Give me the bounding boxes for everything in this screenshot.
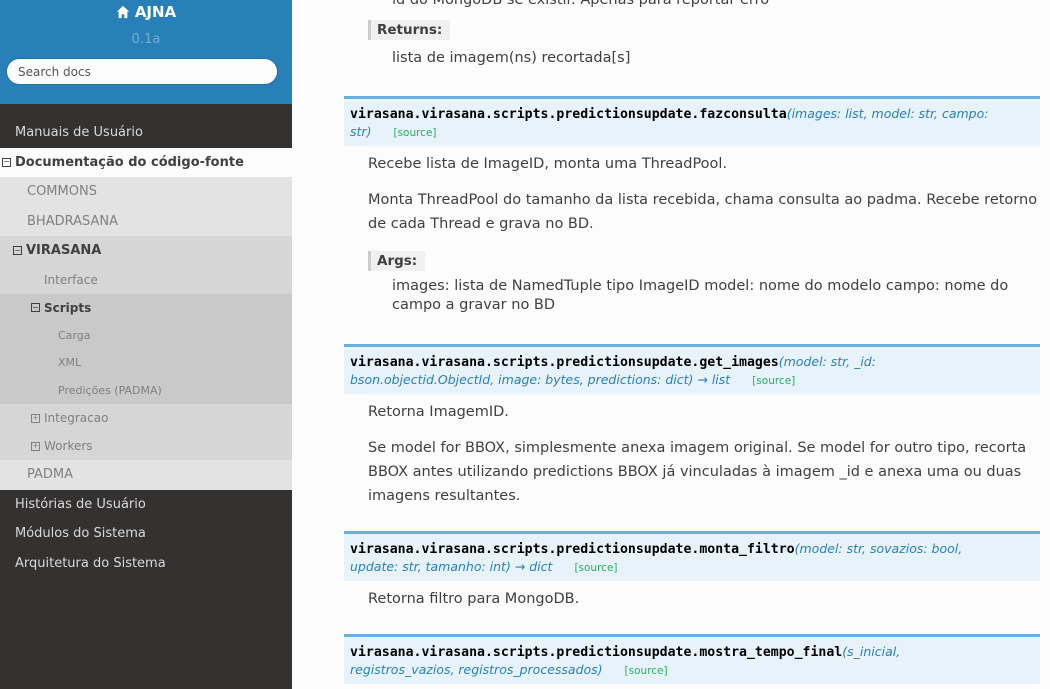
sidebar-header: AJNA 0.1a (0, 0, 292, 104)
nav-item-integracao[interactable]: + Integracao (0, 404, 292, 432)
function-signature: virasana.virasana.scripts.predictionsupd… (344, 634, 1040, 684)
source-link[interactable]: [source] (625, 665, 668, 677)
nav-item-virasana[interactable]: − VIRASANA (0, 236, 292, 266)
function-get-images: virasana.virasana.scripts.predictionsupd… (344, 344, 1040, 508)
function-params: images: list, model: str, campo: (791, 106, 989, 121)
nav-item-xml[interactable]: XML (0, 349, 292, 377)
expand-icon[interactable]: + (31, 413, 40, 423)
function-name: virasana.virasana.scripts.predictionsupd… (350, 645, 843, 660)
nav-item-historias[interactable]: Histórias de Usuário (0, 490, 292, 520)
returns-text: lista de imagem(ns) recortada[s] (392, 50, 631, 66)
brand-link[interactable]: AJNA (116, 3, 176, 21)
source-link[interactable]: [source] (393, 127, 436, 139)
function-description: Retorna filtro para MongoDB. (368, 591, 580, 607)
nav-item-label: VIRASANA (26, 243, 102, 259)
nav-item-bhadrasana[interactable]: BHADRASANA (0, 206, 292, 236)
nav-item-predicoes[interactable]: Predições (PADMA) (0, 376, 292, 404)
source-link[interactable]: [source] (574, 562, 617, 574)
search-input[interactable] (6, 58, 278, 85)
function-description: Recebe lista de ImageID, monta uma Threa… (368, 156, 728, 172)
nav-item-documentacao[interactable]: − Documentação do código-fonte (0, 147, 292, 177)
nav-item-label: Integracao (44, 411, 109, 425)
function-description: Retorna ImagemID. (368, 404, 509, 420)
function-params-cont: str (350, 124, 367, 139)
main-content: id do MongoDB se existir. Apenas para re… (292, 0, 1050, 689)
function-name: virasana.virasana.scripts.predictionsupd… (350, 542, 795, 557)
nav-item-workers[interactable]: + Workers (0, 432, 292, 460)
nav-item-commons[interactable]: COMMONS (0, 177, 292, 207)
nav-item-label: COMMONS (27, 184, 97, 200)
sidebar: AJNA 0.1a Manuais de Usuário −Documentaç… (0, 0, 292, 689)
function-signature: virasana.virasana.scripts.predictionsupd… (344, 531, 1040, 581)
nav-menu: Manuais de Usuário − Documentação do códi… (0, 118, 292, 578)
nav-item-manuais[interactable]: Manuais de Usuário (0, 118, 292, 148)
function-signature: virasana.virasana.scripts.predictionsupd… (344, 96, 1040, 146)
returns-label: Returns: (368, 20, 451, 40)
function-monta-filtro: virasana.virasana.scripts.predictionsupd… (344, 531, 1040, 611)
function-params-cont: update: str, tamanho: int) → dict (350, 559, 553, 574)
nav-item-arquitetura[interactable]: Arquitetura do Sistema (0, 549, 292, 579)
function-params: (model: str, _id: (778, 354, 876, 369)
function-mostra-tempo-final: virasana.virasana.scripts.predictionsupd… (344, 634, 1040, 684)
nav-item-label: Carga (58, 328, 91, 342)
function-fazconsulta: virasana.virasana.scripts.predictionsupd… (344, 96, 1040, 315)
nav-item-label: Histórias de Usuário (15, 496, 146, 512)
function-signature: virasana.virasana.scripts.predictionsupd… (344, 344, 1040, 394)
nav-item-label: XML (58, 356, 82, 370)
expand-icon[interactable]: + (31, 441, 40, 451)
function-description-detail: Se model for BBOX, simplesmente anexa im… (368, 440, 1027, 504)
nav-item-label: Módulos do Sistema (15, 526, 146, 542)
nav-item-label: Scripts (44, 300, 92, 315)
function-params: (model: str, sovazios: bool, (794, 541, 963, 556)
collapse-icon[interactable]: − (13, 246, 22, 256)
nav-item-label: BHADRASANA (27, 213, 118, 229)
args-text: images: lista de NamedTuple tipo ImageID… (392, 278, 1009, 313)
nav-item-label: Documentação do código-fonte (15, 154, 244, 170)
nav-item-label: Arquitetura do Sistema (15, 555, 166, 571)
brand-name: AJNA (134, 3, 177, 21)
function-params: (s_inicial, (842, 644, 901, 659)
function-params-cont: bson.objectid.ObjectId, image: bytes, pr… (350, 372, 731, 387)
nav-item-label: Workers (44, 439, 93, 453)
nav-item-carga[interactable]: Carga (0, 321, 292, 349)
function-params-cont: registros_vazios, registros_processados) (350, 662, 603, 677)
nav-item-label: PADMA (27, 467, 74, 483)
collapse-icon[interactable]: − (2, 157, 11, 167)
top-partial-block: id do MongoDB se existir. Apenas para re… (344, 0, 1040, 12)
params-close: ) (366, 124, 372, 139)
nav-item-label: Manuais de Usuário (15, 125, 143, 141)
nav-item-scripts[interactable]: − Scripts (0, 293, 292, 322)
nav-item-label: Interface (44, 272, 98, 287)
top-partial-text: id do MongoDB se existir. Apenas para re… (392, 0, 770, 8)
collapse-icon[interactable]: − (31, 303, 40, 312)
nav-item-interface[interactable]: Interface (0, 265, 292, 294)
version-label: 0.1a (131, 32, 161, 47)
function-name: virasana.virasana.scripts.predictionsupd… (350, 107, 787, 122)
returns-block: Returns: lista de imagem(ns) recortada[s… (344, 19, 1040, 70)
source-link[interactable]: [source] (752, 375, 795, 387)
nav-item-modulos[interactable]: Módulos do Sistema (0, 519, 292, 549)
nav-item-label: Predições (PADMA) (58, 383, 162, 397)
function-name: virasana.virasana.scripts.predictionsupd… (350, 355, 779, 370)
function-description-detail: Monta ThreadPool do tamanho da lista rec… (368, 192, 1038, 232)
nav-item-padma[interactable]: PADMA (0, 460, 292, 490)
args-label: Args: (368, 251, 426, 271)
home-icon (116, 5, 129, 19)
